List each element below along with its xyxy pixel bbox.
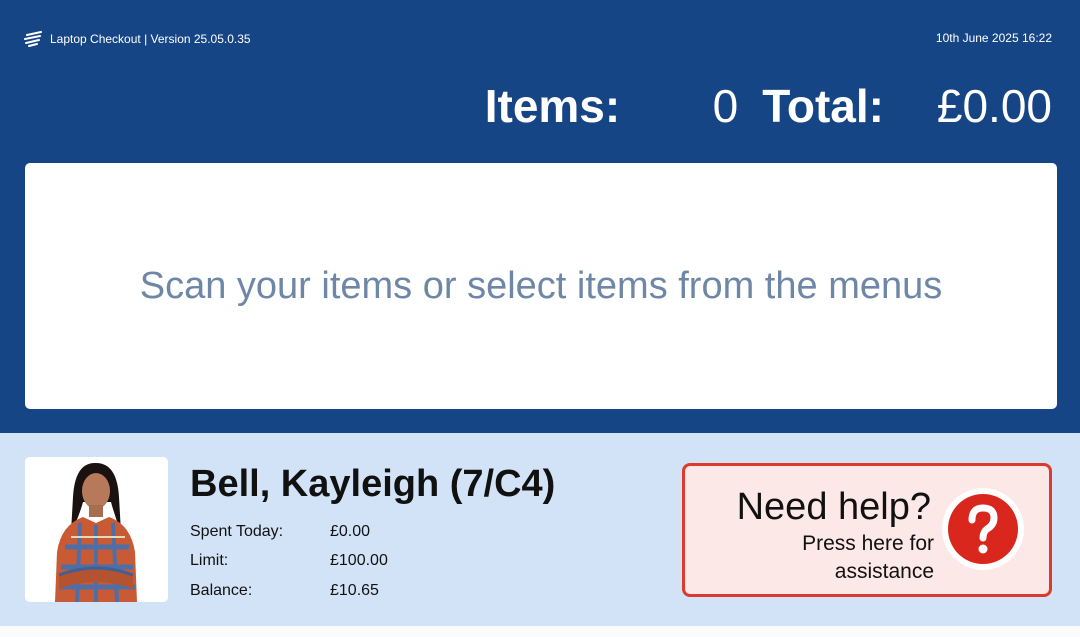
spent-today-value: £0.00 [330, 522, 371, 540]
help-title: Need help? [736, 486, 931, 528]
customer-name: Bell, Kayleigh (7/C4) [190, 463, 556, 505]
total-value: £0.00 [936, 80, 1052, 132]
help-subtitle: Press here for assistance [802, 532, 934, 583]
scan-items-panel[interactable]: Scan your items or select items from the… [25, 163, 1057, 409]
bottom-strip [0, 626, 1080, 637]
balance-value: £10.65 [330, 581, 379, 599]
checkout-screen: Laptop Checkout | Version 25.05.0.35 10t… [0, 0, 1080, 637]
customer-stats: Spent Today: £0.00 Limit: £100.00 Balanc… [190, 517, 388, 606]
limit-value: £100.00 [330, 552, 388, 570]
limit-label: Limit: [190, 552, 229, 570]
scan-message: Scan your items or select items from the… [139, 264, 943, 307]
date-time: 10th June 2025 16:22 [935, 31, 1052, 45]
header-area: Laptop Checkout | Version 25.05.0.35 10t… [0, 0, 1080, 433]
balance-row: Balance: £10.65 [190, 576, 388, 606]
need-help-button[interactable]: Need help? Press here for assistance [682, 463, 1052, 597]
balance-label: Balance: [190, 581, 253, 599]
spent-today-label: Spent Today: [190, 522, 284, 540]
total-label: Total: [762, 80, 884, 132]
logo-icon [24, 31, 42, 47]
title-bar: Laptop Checkout | Version 25.05.0.35 [24, 30, 251, 48]
limit-row: Limit: £100.00 [190, 547, 388, 577]
items-label: Items: [484, 80, 621, 132]
app-title: Laptop Checkout | Version 25.05.0.35 [50, 32, 251, 46]
basket-summary: Items: 0 Total: £0.00 [485, 76, 1052, 136]
customer-photo-image [25, 457, 168, 602]
question-mark-icon [942, 488, 1024, 570]
items-count: 0 [712, 80, 739, 132]
customer-photo [25, 457, 168, 602]
spent-today-row: Spent Today: £0.00 [190, 517, 388, 547]
customer-panel: Bell, Kayleigh (7/C4) Spent Today: £0.00… [0, 433, 1080, 626]
